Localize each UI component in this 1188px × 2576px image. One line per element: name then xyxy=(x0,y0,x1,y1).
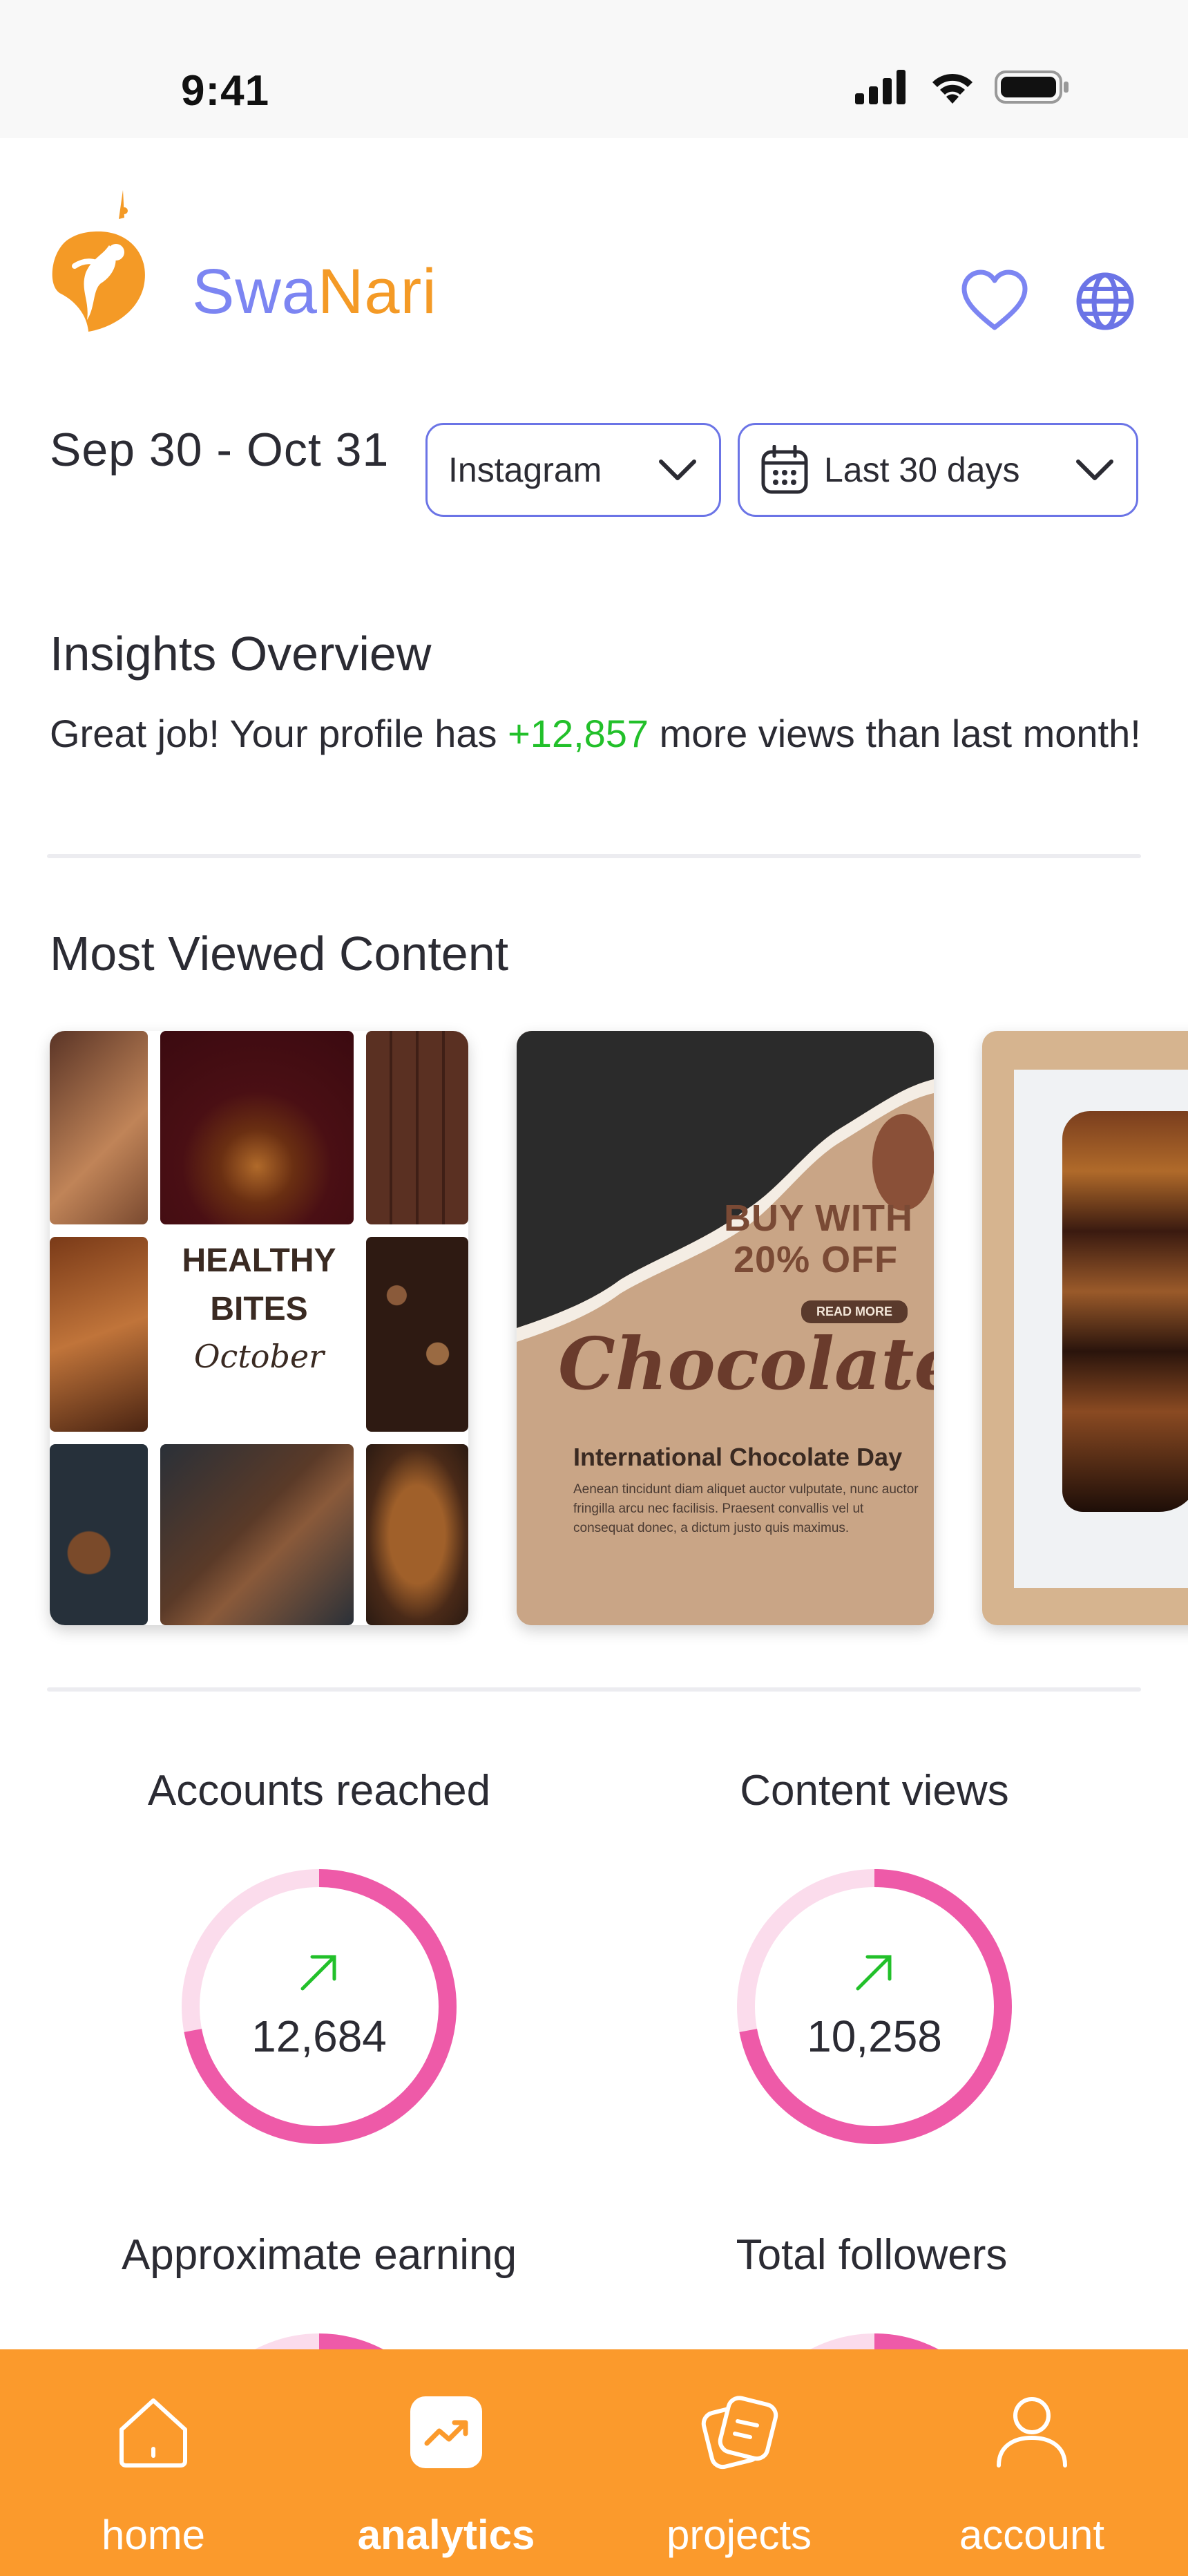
dessert-photo xyxy=(1014,1070,1188,1588)
swanari-logo-icon xyxy=(52,190,145,332)
section-divider xyxy=(47,1687,1141,1692)
promo-headline: Chocolate xyxy=(558,1321,934,1406)
analytics-icon xyxy=(410,2396,482,2468)
stat-label: Content views xyxy=(740,1767,1009,1815)
projects-icon xyxy=(701,2396,778,2470)
insights-title: Insights Overview xyxy=(50,627,432,681)
nav-home[interactable]: home xyxy=(50,2349,257,2576)
chevron-down-icon xyxy=(1076,460,1113,480)
collage-photo xyxy=(50,1444,148,1625)
brand-name-part2: Nari xyxy=(317,256,437,327)
collage-sub: October xyxy=(193,1338,325,1375)
ring-value: 10,258 xyxy=(807,2011,942,2061)
nav-account[interactable]: account xyxy=(928,2349,1136,2576)
collage-photo xyxy=(50,1237,148,1432)
insights-text-before: Great job! Your profile has xyxy=(50,712,508,755)
progress-ring xyxy=(737,1869,1012,2144)
calendar-icon xyxy=(761,445,808,494)
ring-value: 12,684 xyxy=(251,2011,387,2061)
insights-summary: Great job! Your profile has +12,857 more… xyxy=(50,705,1155,763)
collage-photo xyxy=(160,1031,354,1224)
stat-accounts-reached: Accounts reached xyxy=(43,1766,595,1815)
stat-label: Total followers xyxy=(736,2231,1008,2279)
nav-label-analytics: analytics xyxy=(357,2512,535,2558)
ring-content-views: 10,258 xyxy=(734,1866,1015,2148)
bottom-nav: home analytics projects account xyxy=(0,2349,1188,2576)
content-card-dessert[interactable] xyxy=(982,1031,1188,1625)
promo-day: International Chocolate Day xyxy=(573,1443,903,1471)
heart-icon[interactable] xyxy=(961,269,1028,332)
cellular-signal-icon xyxy=(855,70,906,104)
stat-content-views: Content views xyxy=(598,1766,1151,1815)
battery-icon xyxy=(995,70,1069,104)
status-bar: 9:41 xyxy=(0,0,1188,138)
date-range-label: Sep 30 - Oct 31 xyxy=(50,424,390,476)
brand-name-part1: Swa xyxy=(192,256,318,327)
content-card-chocolate-day[interactable]: BUY WITH 20% OFF READ MORE Chocolate Int… xyxy=(517,1031,934,1625)
status-time: 9:41 xyxy=(181,67,270,115)
collage-text: HEALTHY BITES October xyxy=(160,1237,358,1375)
progress-ring xyxy=(182,1869,457,2144)
collage-photo xyxy=(366,1031,468,1224)
collage-photo xyxy=(160,1444,354,1625)
trend-up-icon xyxy=(300,1955,336,1991)
stat-total-followers: Total followers xyxy=(595,2231,1148,2280)
insights-text-after: more views than last month! xyxy=(649,712,1141,755)
collage-line2: BITES xyxy=(210,1291,308,1327)
collage-photo xyxy=(50,1031,148,1224)
promo-read-more: READ MORE xyxy=(801,1300,908,1323)
collage-photo xyxy=(366,1237,468,1432)
content-card-healthy-bites[interactable]: HEALTHY BITES October xyxy=(50,1031,468,1625)
trend-up-icon xyxy=(856,1955,892,1991)
account-icon xyxy=(997,2397,1067,2468)
home-icon xyxy=(119,2398,187,2468)
period-dropdown-value: Last 30 days xyxy=(824,451,1020,489)
platform-dropdown[interactable]: Instagram xyxy=(425,423,721,517)
most-viewed-title: Most Viewed Content xyxy=(50,927,509,981)
platform-dropdown-value: Instagram xyxy=(448,451,602,489)
nav-projects[interactable]: projects xyxy=(635,2349,843,2576)
collage-line1: HEALTHY xyxy=(182,1242,336,1279)
stat-approximate-earning: Approximate earning xyxy=(43,2231,595,2280)
ring-accounts-reached: 12,684 xyxy=(178,1866,460,2148)
period-dropdown[interactable]: Last 30 days xyxy=(738,423,1138,517)
section-divider xyxy=(47,854,1141,858)
stat-label: Approximate earning xyxy=(121,2231,517,2279)
globe-icon[interactable] xyxy=(1075,271,1136,332)
nav-label-home: home xyxy=(101,2512,206,2558)
wifi-icon xyxy=(932,73,973,104)
promo-off: 20% OFF xyxy=(734,1239,899,1280)
collage-photo xyxy=(366,1444,468,1625)
dessert-stack xyxy=(1062,1111,1188,1512)
status-icons xyxy=(855,69,1071,105)
promo-body: Aenean tincidunt diam aliquet auctor vul… xyxy=(573,1482,919,1535)
nav-analytics[interactable]: analytics xyxy=(343,2349,550,2576)
promo-buy: BUY WITH xyxy=(724,1197,913,1239)
chevron-down-icon xyxy=(659,460,696,480)
nav-label-projects: projects xyxy=(666,2512,812,2558)
stat-label: Accounts reached xyxy=(147,1767,491,1815)
nav-label-account: account xyxy=(959,2512,1105,2558)
brand-name: SwaNari xyxy=(192,256,437,328)
insights-delta: +12,857 xyxy=(508,712,649,755)
